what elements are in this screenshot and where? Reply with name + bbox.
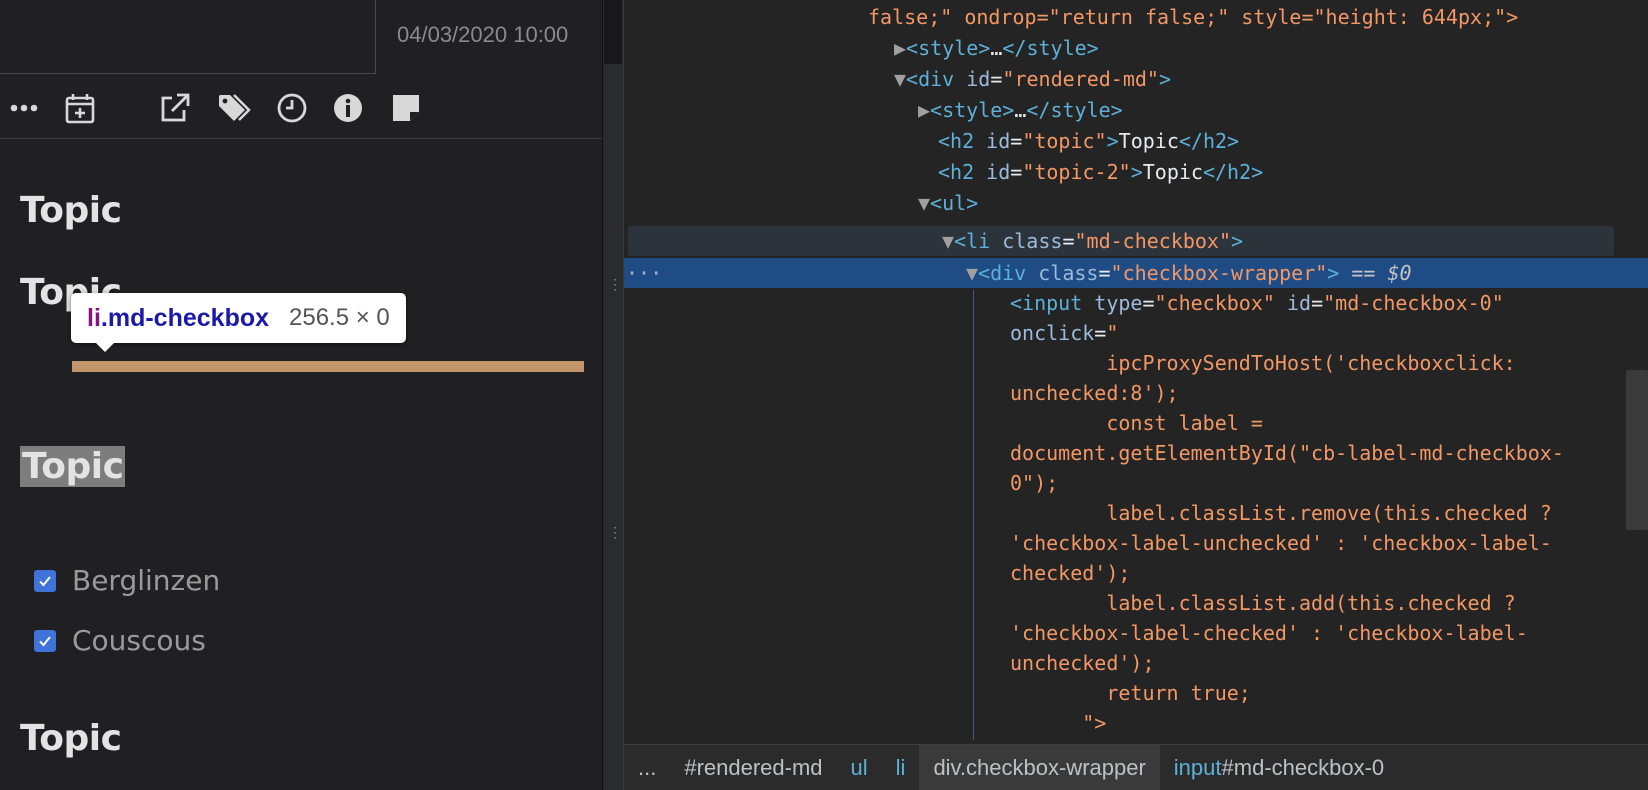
divider-top-strip [604,0,622,64]
note-toolbar [0,80,602,139]
calendar-add-icon[interactable] [60,88,100,128]
dom-node-input[interactable]: <input type="checkbox" id="md-checkbox-0… [1010,288,1504,318]
code-line: return true; [1010,681,1251,705]
tooltip-class: .md-checkbox [100,303,270,332]
collapse-arrow-icon[interactable]: ▼ [966,261,978,285]
code-line: unchecked:8'); [1010,381,1179,405]
note-icon[interactable] [386,88,426,128]
element-inspect-tooltip: li .md-checkbox 256.5 × 0 [71,293,406,352]
highlighted-li-overlay [72,361,584,372]
note-timestamp: 04/03/2020 10:00 [397,22,569,47]
code-line: checked'); [1010,561,1131,585]
code-line: document.getElementById("cb-label-md-che… [1010,441,1564,465]
tags-icon[interactable] [214,88,254,128]
dom-node-li[interactable]: ▼<li class="md-checkbox"> [942,226,1243,256]
dom-line-attrs[interactable]: false;" ondrop="return false;" style="he… [868,2,1518,32]
heading-topic-3-text: Topic [20,446,126,487]
dom-node-style-2[interactable]: ▶<style>…</style> [918,95,1123,125]
elements-scrollbar[interactable] [1626,370,1648,530]
title-area[interactable] [0,0,376,74]
tooltip-size: 256.5 × 0 [289,304,390,331]
expand-arrow-icon[interactable]: ▶ [918,98,930,122]
checkbox-checked-icon[interactable] [34,569,56,592]
dom-node-h2-topic[interactable]: <h2 id="topic">Topic</h2> [938,126,1239,156]
checkbox-item-1[interactable]: Berglinzen [34,564,220,597]
indent-guide [973,290,974,740]
code-line: unchecked'); [1010,651,1155,675]
dom-attr-onclick[interactable]: onclick=" [1010,318,1118,348]
dom-node-h2-topic-2[interactable]: <h2 id="topic-2">Topic</h2> [938,157,1263,187]
heading-topic-1: Topic [20,190,122,231]
breadcrumb: ... #rendered-md ul li div.checkbox-wrap… [624,744,1648,790]
tooltip-tag: li [87,303,101,332]
devtools-elements-panel: false;" ondrop="return false;" style="he… [624,0,1648,790]
open-external-icon[interactable] [154,88,194,128]
info-icon[interactable] [328,88,368,128]
collapse-arrow-icon[interactable]: ▼ [918,191,930,215]
code-line: 'checkbox-label-checked' : 'checkbox-lab… [1010,621,1528,645]
breadcrumb-checkbox-wrapper[interactable]: div.checkbox-wrapper [919,745,1160,790]
checkbox-checked-icon[interactable] [34,629,56,652]
heading-topic-4: Topic [20,718,122,759]
breadcrumb-rendered-md[interactable]: #rendered-md [670,745,836,790]
drag-handle-icon[interactable]: ⋮ [608,524,622,541]
checkbox-label: Berglinzen [72,564,221,597]
more-icon[interactable] [4,88,44,128]
breadcrumb-li[interactable]: li [882,745,920,790]
clock-icon[interactable] [272,88,312,128]
code-line: label.classList.add(this.checked ? [1010,591,1516,615]
breadcrumb-more[interactable]: ... [624,745,670,790]
drag-handle-icon[interactable]: ⋮ [608,276,622,293]
heading-topic-3: Topic [20,446,126,487]
breadcrumb-input[interactable]: input #md-checkbox-0 [1160,745,1398,790]
code-line: 0"); [1010,471,1059,495]
dom-node-checkbox-wrapper[interactable]: ▼<div class="checkbox-wrapper"> == $0 [966,258,1412,288]
dom-node-rendered-md[interactable]: ▼<div id="rendered-md"> [894,64,1171,94]
collapse-arrow-icon[interactable]: ▼ [942,229,954,253]
dom-node-ul[interactable]: ▼<ul> [918,188,978,218]
code-line: label.classList.remove(this.checked ? [1010,501,1552,525]
expand-arrow-icon[interactable]: ▶ [894,36,906,60]
note-preview-pane: 04/03/2020 10:00 Topic Topic li .md-check… [0,0,602,790]
breadcrumb-ul[interactable]: ul [837,745,882,790]
code-line: const label = [1010,411,1263,435]
checkbox-item-2[interactable]: Couscous [34,624,206,657]
collapse-arrow-icon[interactable]: ▼ [894,67,906,91]
code-line: ipcProxySendToHost('checkboxclick: [1010,351,1516,375]
dom-node-style[interactable]: ▶<style>…</style> [894,33,1099,63]
code-line: "> [1010,711,1107,735]
pane-divider[interactable] [602,0,624,790]
code-line: 'checkbox-label-unchecked' : 'checkbox-l… [1010,531,1552,555]
checkbox-label: Couscous [72,624,206,657]
node-options-icon[interactable]: ··· [626,258,662,288]
